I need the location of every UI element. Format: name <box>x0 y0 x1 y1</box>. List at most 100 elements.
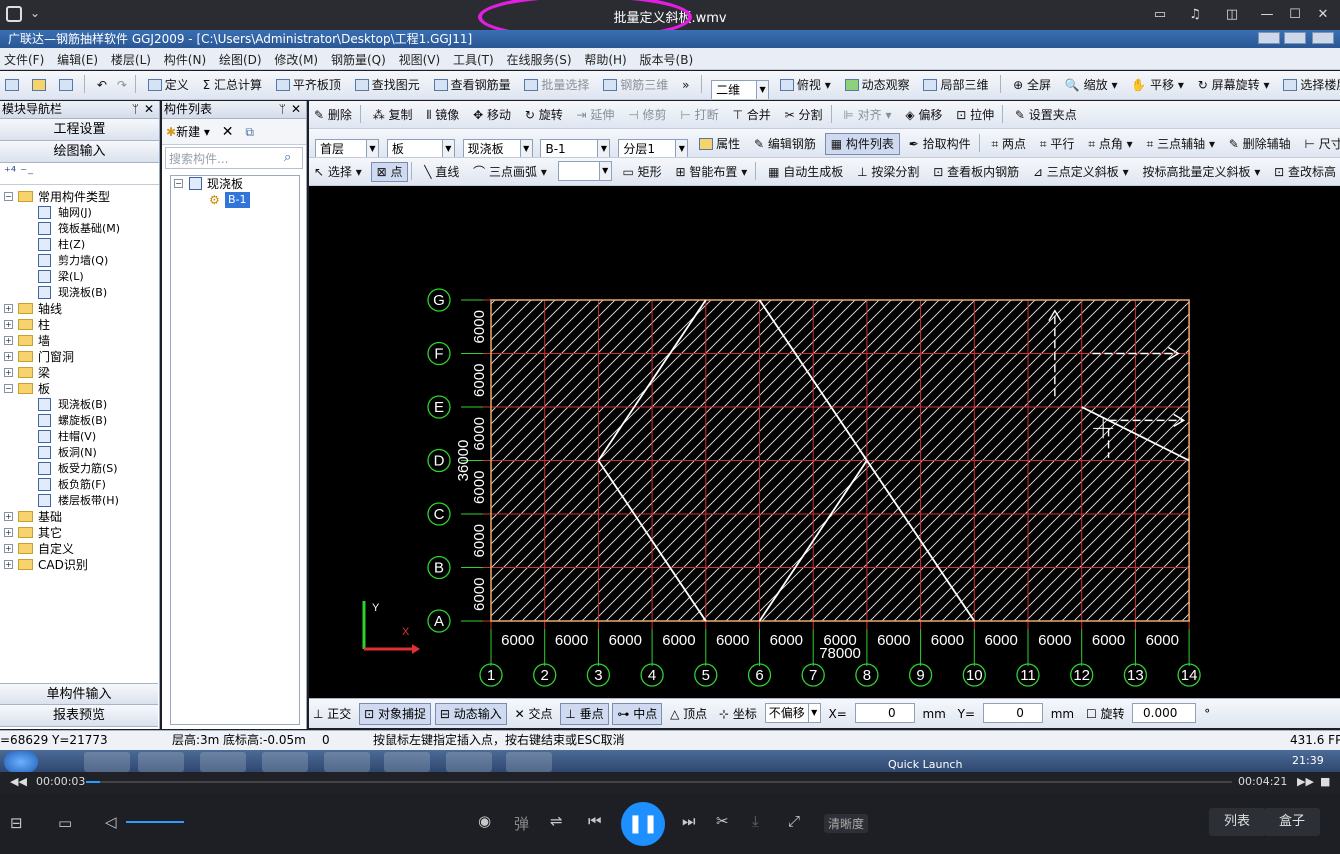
taskbar-ie-icon[interactable] <box>84 752 130 772</box>
taskbar-folder-icon[interactable] <box>138 752 184 772</box>
point-button[interactable]: ⊠ 点 <box>370 162 409 182</box>
close-icon[interactable]: ✕ <box>1313 5 1333 25</box>
line-button[interactable]: ╲ 直线 <box>419 159 464 185</box>
layer-select[interactable]: 分层1 ▼ <box>618 139 689 157</box>
taskbar-qq-icon[interactable] <box>446 752 492 772</box>
auto-slab-button[interactable]: ▦ 自动生成板 <box>763 159 848 185</box>
category-select[interactable]: 板 ▼ <box>386 139 455 157</box>
danmu-button[interactable]: 弹 <box>514 813 529 834</box>
floor-select[interactable]: 首层 ▼ <box>315 139 379 157</box>
cad-drawing[interactable]: 1600026000360004600056000660007600086000… <box>309 186 1340 698</box>
expand-icon[interactable]: + <box>4 368 13 377</box>
menu-component[interactable]: 构件(N) <box>160 48 211 68</box>
maximize-icon[interactable]: ☐ <box>1285 5 1305 25</box>
nav-tree-item[interactable]: 剪力墙(Q) <box>0 253 158 269</box>
nav-tree-item[interactable]: 螺旋板(B) <box>0 413 158 429</box>
edit-rebar-button[interactable]: ✎ 编辑钢筋 <box>749 131 821 157</box>
view-inner-rebar-button[interactable]: ⊡ 查看板内钢筋 <box>928 159 1024 185</box>
playlist-button[interactable]: 列表 <box>1209 808 1265 836</box>
expand-icon[interactable]: + <box>4 528 13 537</box>
dimension-button[interactable]: ⊢ 尺寸标注 <box>1300 131 1340 157</box>
expand-icon[interactable]: + <box>4 352 13 361</box>
select-button[interactable]: ↖ 选择 ▾ <box>309 159 367 185</box>
seek-bar[interactable] <box>86 781 1232 783</box>
volume-slider[interactable] <box>126 821 184 823</box>
volume-icon[interactable]: ◁ <box>105 813 117 831</box>
offset-button[interactable]: ◈ 偏移 <box>900 102 947 128</box>
app-close-icon[interactable] <box>1312 32 1334 44</box>
component-tree-root[interactable]: − 现浇板 <box>171 176 299 192</box>
menu-modify[interactable]: 修改(M) <box>270 48 323 68</box>
menu-file[interactable]: 文件(F) <box>0 48 49 68</box>
define-button[interactable]: 定义 <box>143 72 194 98</box>
find-element-button[interactable]: 查找图元 <box>350 72 425 98</box>
extend-button[interactable]: ⇥ 延伸 <box>572 102 620 128</box>
component-select[interactable]: B-1 ▼ <box>540 139 611 157</box>
three-point-aux-button[interactable]: ⌗ 三点辅轴 ▾ <box>1142 131 1220 157</box>
eye-icon[interactable]: ◉ <box>478 812 491 830</box>
toolbox-icon[interactable]: ⊟ <box>10 814 23 832</box>
pick-component-button[interactable]: ✒ 拾取构件 <box>904 131 976 157</box>
vertex-toggle[interactable]: △ 顶点 <box>666 704 711 724</box>
menu-tools[interactable]: 工具(T) <box>449 48 499 68</box>
nav-tree-item[interactable]: 楼层板带(H) <box>0 493 158 509</box>
drawing-input-button[interactable]: 绘图输入 <box>0 141 159 163</box>
nav-tree-item[interactable]: − 常用构件类型 <box>0 189 158 205</box>
nav-tree-item[interactable]: + 梁 <box>0 365 158 381</box>
nav-tree-item[interactable]: 柱(Z) <box>0 237 158 253</box>
view-rebar-button[interactable]: 查看钢筋量 <box>429 72 516 98</box>
dynamic-observe-button[interactable]: 动态观察 <box>840 72 915 98</box>
taskbar-pps-icon[interactable] <box>200 752 246 772</box>
offset-mode-select[interactable]: 不偏移 ▼ <box>764 703 821 723</box>
expand-icon[interactable]: + <box>4 560 13 569</box>
rotate-checkbox[interactable]: ☐ 旋转 <box>1082 704 1129 724</box>
nav-tree-item[interactable]: 梁(L) <box>0 269 158 285</box>
rotate-button[interactable]: ↻ 旋转 <box>520 102 568 128</box>
stretch-button[interactable]: ⊡ 拉伸 <box>951 102 999 128</box>
taskbar-app-icon[interactable] <box>262 752 308 772</box>
collapse-all-icon[interactable]: ⁻₋ <box>20 165 34 180</box>
start-button[interactable] <box>4 751 38 772</box>
taskbar-player-icon[interactable] <box>506 752 552 772</box>
collapse-icon[interactable]: − <box>4 384 13 393</box>
redo-button[interactable]: ↷ <box>112 72 132 98</box>
open-folder-icon[interactable]: ▭ <box>58 814 72 832</box>
rebar-3d-button[interactable]: 钢筋三维 <box>598 72 673 98</box>
local-3d-button[interactable]: 局部三维 <box>918 72 993 98</box>
forward-icon[interactable]: ▶▶ <box>1297 775 1314 788</box>
delete-component-icon[interactable]: ✕ <box>222 124 234 140</box>
y-offset-input[interactable]: 0 <box>982 703 1043 723</box>
nav-tree-item[interactable]: 板受力筋(S) <box>0 461 158 477</box>
menu-rebar[interactable]: 钢筋量(Q) <box>327 48 391 68</box>
flush-slab-button[interactable]: 平齐板顶 <box>271 72 346 98</box>
move-button[interactable]: ✥ 移动 <box>468 102 516 128</box>
equalizer-icon[interactable]: ⇌ <box>550 812 563 830</box>
view-mode-select[interactable]: 二维 ▼ <box>711 80 770 99</box>
copy-component-icon[interactable]: ⧉ <box>245 125 254 139</box>
coordinate-toggle[interactable]: ⊹ 坐标 <box>715 704 761 724</box>
nav-tree-item[interactable]: 现浇板(B) <box>0 285 158 301</box>
message-icon[interactable]: ▭ <box>1150 5 1170 25</box>
open-button[interactable] <box>27 72 54 98</box>
minimize-icon[interactable]: — <box>1257 5 1277 25</box>
component-search-input[interactable]: 搜索构件... <box>165 147 303 169</box>
nav-tree-item[interactable]: + 墙 <box>0 333 158 349</box>
nav-tree-item[interactable]: + 门窗洞 <box>0 349 158 365</box>
set-grip-button[interactable]: ✎ 设置夹点 <box>1010 102 1082 128</box>
save-button[interactable] <box>54 72 81 98</box>
three-point-slope-button[interactable]: ⊿ 三点定义斜板 ▾ <box>1028 159 1134 185</box>
project-settings-button[interactable]: 工程设置 <box>0 119 159 141</box>
top-view-button[interactable]: 俯视 ▾ <box>775 72 836 98</box>
menu-online[interactable]: 在线服务(S) <box>503 48 577 68</box>
nav-tree-item[interactable]: + 其它 <box>0 525 158 541</box>
menu-version[interactable]: 版本号(B) <box>636 48 699 68</box>
report-preview-button[interactable]: 报表预览 <box>0 705 158 727</box>
expand-icon[interactable]: ⤢ <box>788 812 800 830</box>
menu-edit[interactable]: 编辑(E) <box>53 48 103 68</box>
nav-tree-item[interactable]: 现浇板(B) <box>0 397 158 413</box>
menu-view[interactable]: 视图(V) <box>395 48 446 68</box>
smart-layout-button[interactable]: ⊞ 智能布置 ▾ <box>671 159 753 185</box>
arc-option-select[interactable]: ▼ <box>557 161 612 181</box>
bell-icon[interactable]: ♫ <box>1185 5 1205 25</box>
delete-aux-button[interactable]: ✎ 删除辅轴 <box>1224 131 1296 157</box>
